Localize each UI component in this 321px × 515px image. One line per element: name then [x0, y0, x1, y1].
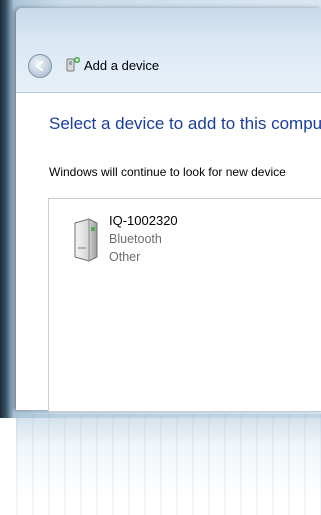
search-status-text: Windows will continue to look for new de… — [49, 165, 286, 179]
device-list[interactable]: IQ-1002320 Bluetooth Other — [48, 198, 321, 412]
device-list-item[interactable]: IQ-1002320 Bluetooth Other — [67, 213, 267, 275]
window-title: Add a device — [84, 58, 160, 73]
window-reflection — [16, 414, 321, 515]
device-category: Other — [109, 250, 141, 264]
add-device-icon — [66, 57, 80, 72]
page-heading: Select a device to add to this compu — [49, 114, 321, 133]
reflection-stripes — [16, 414, 321, 515]
computer-tower-icon — [74, 218, 98, 262]
device-name: IQ-1002320 — [109, 213, 178, 228]
device-type: Bluetooth — [109, 232, 162, 246]
back-arrow-icon — [36, 61, 43, 71]
title-bar: Add a device — [16, 8, 321, 93]
back-button[interactable] — [28, 54, 52, 78]
